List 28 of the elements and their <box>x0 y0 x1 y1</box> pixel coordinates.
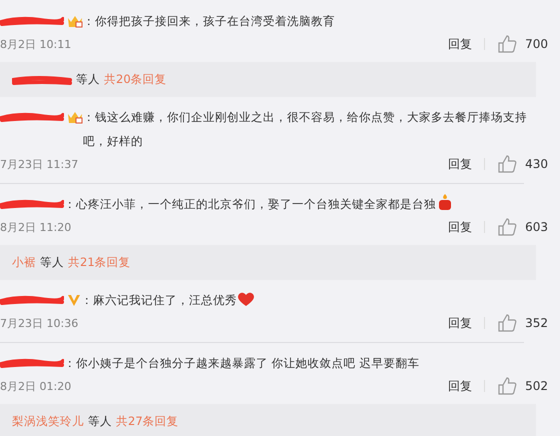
reply-button[interactable]: 回复 <box>448 156 472 172</box>
reply-button[interactable]: 回复 <box>448 314 472 332</box>
comment-date: 8月2日 11:20 <box>0 220 72 234</box>
like-thumb-icon[interactable] <box>497 218 518 236</box>
like-thumb-icon[interactable] <box>497 35 518 53</box>
like-count: 352 <box>525 316 548 330</box>
reply-button[interactable]: 回复 <box>448 218 472 236</box>
comment-text: ：你小姨子是个台独分子越来越暴露了 你让她收敛点吧 迟早要翻车 <box>64 355 420 372</box>
comment-date: 7月23日 10:36 <box>0 316 78 330</box>
reply-others-text: 等人 <box>40 255 64 270</box>
reply-others-text: 等人 <box>76 72 100 87</box>
comment-text: ：麻六记我记住了，汪总优秀 <box>81 288 548 312</box>
reply-others-text: 等人 <box>88 414 112 429</box>
reply-button[interactable]: 回复 <box>448 378 472 394</box>
comment-date: 8月2日 01:20 <box>0 378 72 394</box>
like-thumb-icon[interactable] <box>497 314 518 332</box>
comment-text: ：钱这么难赚，你们企业刚创业之出，很不容易，给你点赞，大家多去餐厅捧场支持吧，好样的 <box>83 109 528 150</box>
comment-date: 8月2日 10:11 <box>0 36 72 52</box>
comment-text: ：你得把孩子接回来，孩子在台湾受着洗脑教育 <box>83 13 336 30</box>
like-thumb-icon[interactable] <box>497 155 518 173</box>
like-count: 502 <box>525 379 548 393</box>
comment-date: 7月23日 11:37 <box>0 156 78 172</box>
like-count: 700 <box>525 37 548 51</box>
comment-text: ：心疼汪小菲，一个纯正的北京爷们，娶了一个台独关键全家都是台独 <box>64 192 548 216</box>
like-count: 603 <box>525 220 548 234</box>
reply-button[interactable]: 回复 <box>448 36 472 52</box>
like-thumb-icon[interactable] <box>497 377 518 395</box>
like-count: 430 <box>525 157 548 171</box>
